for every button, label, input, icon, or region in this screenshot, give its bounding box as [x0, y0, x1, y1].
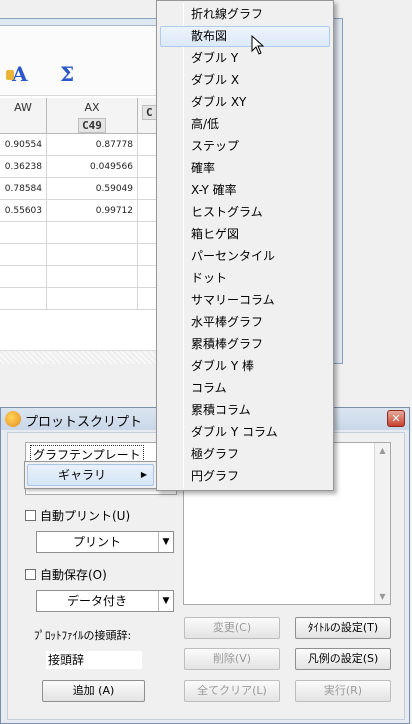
- column-header[interactable]: AX C49: [47, 98, 138, 134]
- mouse-cursor-icon: [251, 35, 265, 55]
- checkbox-icon[interactable]: [25, 569, 36, 580]
- scroll-up-icon[interactable]: ▲: [375, 443, 390, 458]
- table-cell[interactable]: 0.59049: [47, 178, 138, 200]
- print-combo[interactable]: プリント ▼: [36, 531, 174, 553]
- column-header[interactable]: AW: [0, 98, 47, 134]
- menu-item[interactable]: サマリーコラム: [160, 290, 330, 311]
- table-cell[interactable]: 0.049566: [47, 156, 138, 178]
- table-cell[interactable]: 0.36238: [0, 156, 47, 178]
- table-cell[interactable]: [0, 288, 47, 310]
- script-list-scrollbar[interactable]: ▲ ▼: [374, 443, 390, 604]
- table-cell[interactable]: [0, 222, 47, 244]
- graph-type-menu: 折れ線グラフ 散布図 ダブル Y ダブル X ダブル XY 高/低 ステップ 確率 X-Y 確率…: [156, 0, 334, 491]
- text-a-icon[interactable]: A: [6, 62, 34, 86]
- gallery-menu-item[interactable]: ギャラリ ▶: [27, 464, 154, 486]
- menu-item[interactable]: パーセンタイル: [160, 246, 330, 267]
- column-name: AX: [84, 101, 100, 114]
- chevron-down-icon[interactable]: ▼: [158, 591, 173, 611]
- menu-item[interactable]: 累積コラム: [160, 400, 330, 421]
- menu-item[interactable]: 高/低: [160, 114, 330, 135]
- table-cell[interactable]: 0.99712: [47, 200, 138, 222]
- save-combo[interactable]: データ付き ▼: [36, 590, 174, 612]
- table-cell[interactable]: 0.55603: [0, 200, 47, 222]
- prefix-input[interactable]: 接頭辞: [46, 651, 142, 669]
- menu-item[interactable]: ダブル Y 棒: [160, 356, 330, 377]
- app-icon: [5, 411, 21, 427]
- change-button[interactable]: 変更(C): [184, 617, 280, 639]
- column-header[interactable]: C: [138, 98, 158, 134]
- save-combo-value: データ付き: [66, 594, 127, 608]
- checkbox-icon[interactable]: [25, 510, 36, 521]
- menu-item[interactable]: 累積棒グラフ: [160, 334, 330, 355]
- close-button[interactable]: ✕: [387, 410, 405, 427]
- menu-item[interactable]: ヒストグラム: [160, 202, 330, 223]
- clear-all-button[interactable]: 全てクリア(L): [184, 680, 280, 702]
- delete-button[interactable]: 削除(V): [184, 648, 280, 670]
- table-cell[interactable]: [0, 244, 47, 266]
- add-button[interactable]: 追加 (A): [42, 680, 145, 702]
- menu-item[interactable]: 水平棒グラフ: [160, 312, 330, 333]
- table-cell[interactable]: 0.87778: [47, 134, 138, 156]
- scroll-down-icon[interactable]: ▼: [375, 589, 390, 604]
- menu-item[interactable]: X-Y 確率: [160, 180, 330, 201]
- gallery-label: ギャラリ: [58, 468, 107, 482]
- auto-print-checkbox[interactable]: 自動プリント(U): [25, 507, 130, 524]
- menu-item[interactable]: ダブル XY: [160, 92, 330, 113]
- menu-item[interactable]: 箱ヒゲ図: [160, 224, 330, 245]
- menu-item[interactable]: ダブル X: [160, 70, 330, 91]
- table-cell[interactable]: 0.78584: [0, 178, 47, 200]
- run-button[interactable]: 実行(R): [295, 680, 391, 702]
- chevron-down-icon[interactable]: ▼: [158, 532, 173, 552]
- table-cell[interactable]: [0, 266, 47, 288]
- menu-item[interactable]: コラム: [160, 378, 330, 399]
- gallery-menu: ギャラリ ▶: [24, 461, 157, 489]
- menu-item[interactable]: ドット: [160, 268, 330, 289]
- menu-item[interactable]: ダブル Y: [160, 48, 330, 69]
- menu-item[interactable]: 確率: [160, 158, 330, 179]
- legend-setting-button[interactable]: 凡例の設定(S): [295, 648, 391, 670]
- menu-item[interactable]: ダブル Y コラム: [160, 422, 330, 443]
- menu-item[interactable]: 極グラフ: [160, 444, 330, 465]
- table-cell[interactable]: 0.90554: [0, 134, 47, 156]
- print-combo-value: プリント: [72, 535, 121, 549]
- sigma-icon[interactable]: Σ: [60, 62, 82, 86]
- table-cell[interactable]: [47, 288, 138, 310]
- auto-print-label: 自動プリント(U): [40, 509, 131, 523]
- column-name: AW: [14, 101, 32, 114]
- dialog-title: プロットスクリプト: [25, 415, 143, 430]
- menu-item[interactable]: 折れ線グラフ: [160, 4, 330, 25]
- column-code: C: [142, 105, 157, 120]
- plot-prefix-caption: ﾌﾟﾛｯﾄﾌｧｲﾙの接頭辞:: [34, 629, 132, 642]
- chevron-right-icon: ▶: [140, 470, 147, 479]
- title-setting-button[interactable]: ﾀｲﾄﾙの設定(T): [295, 617, 391, 639]
- auto-save-label: 自動保存(O): [40, 568, 107, 582]
- menu-item[interactable]: ステップ: [160, 136, 330, 157]
- menu-item[interactable]: 円グラフ: [160, 466, 330, 487]
- auto-save-checkbox[interactable]: 自動保存(O): [25, 566, 107, 583]
- table-cell[interactable]: [47, 266, 138, 288]
- table-cell[interactable]: [47, 244, 138, 266]
- table-cell[interactable]: [47, 222, 138, 244]
- menu-item[interactable]: 散布図: [160, 26, 330, 47]
- column-code: C49: [78, 118, 106, 133]
